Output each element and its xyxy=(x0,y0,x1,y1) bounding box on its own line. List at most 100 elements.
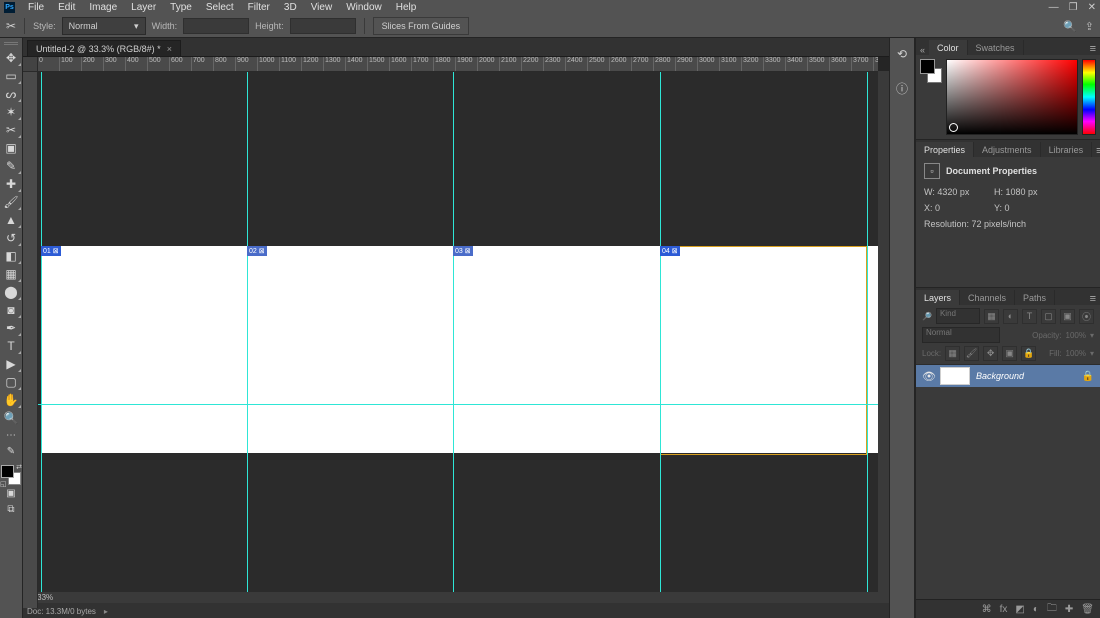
fg-bg-colors[interactable]: ⇄ ◱ xyxy=(1,465,21,485)
hue-slider[interactable] xyxy=(1082,59,1096,135)
menu-window[interactable]: Window xyxy=(339,2,389,13)
blur-tool[interactable]: ⬤ xyxy=(0,283,22,301)
eyedropper-tool[interactable]: ✎ xyxy=(0,157,22,175)
swap-colors-icon[interactable]: ⇄ xyxy=(16,463,22,471)
ruler-origin[interactable] xyxy=(23,57,38,72)
tab-swatches[interactable]: Swatches xyxy=(968,40,1024,55)
menu-layer[interactable]: Layer xyxy=(124,2,163,13)
style-select[interactable]: Normal▾ xyxy=(62,17,146,35)
width-input[interactable] xyxy=(183,18,249,34)
search-icon[interactable]: 🔍 xyxy=(1063,20,1077,33)
horizontal-ruler[interactable]: 0100200300400500600700800900100011001200… xyxy=(37,57,878,72)
guide-vertical[interactable] xyxy=(867,71,868,592)
guide-horizontal[interactable] xyxy=(37,404,878,405)
window-restore-icon[interactable]: ❐ xyxy=(1069,2,1078,13)
healing-tool[interactable]: ✚ xyxy=(0,175,22,193)
visibility-toggle-icon[interactable]: 👁 xyxy=(922,370,934,382)
move-tool[interactable]: ✥ xyxy=(0,49,22,67)
layer-item[interactable]: 👁 Background 🔒 xyxy=(916,365,1100,387)
status-menu-icon[interactable]: ▸ xyxy=(104,607,108,616)
new-layer-icon[interactable]: ✚ xyxy=(1065,604,1073,615)
fill-menu-icon[interactable]: ▾ xyxy=(1090,349,1094,358)
menu-3d[interactable]: 3D xyxy=(277,2,304,13)
hand-tool[interactable]: ✋ xyxy=(0,391,22,409)
tab-layers[interactable]: Layers xyxy=(916,290,960,305)
height-input[interactable] xyxy=(290,18,356,34)
menu-help[interactable]: Help xyxy=(389,2,424,13)
filter-toggle-icon[interactable]: ⦿ xyxy=(1079,309,1094,324)
saturation-lightness-picker[interactable] xyxy=(946,59,1078,135)
prop-width[interactable]: 4320 px xyxy=(937,187,969,197)
menu-image[interactable]: Image xyxy=(82,2,124,13)
filter-shape-icon[interactable]: ▢ xyxy=(1041,309,1056,324)
panel-menu-icon[interactable]: ≡ xyxy=(1086,293,1100,305)
gradient-tool[interactable]: ▦ xyxy=(0,265,22,283)
layer-thumbnail[interactable] xyxy=(940,367,970,385)
slice-badge[interactable]: 04⊠ xyxy=(660,246,680,256)
filter-search-icon[interactable]: 🔎 xyxy=(922,312,932,321)
screen-mode-button[interactable]: ⧉ xyxy=(0,501,22,517)
layer-fx-icon[interactable]: fx xyxy=(1000,604,1008,615)
panel-menu-icon[interactable]: ≡ xyxy=(1086,43,1100,55)
slices-from-guides-button[interactable]: Slices From Guides xyxy=(373,17,470,35)
menu-select[interactable]: Select xyxy=(199,2,241,13)
link-layers-icon[interactable]: ⌘ xyxy=(982,604,992,615)
filter-pixel-icon[interactable]: ▦ xyxy=(984,309,999,324)
prop-x[interactable]: 0 xyxy=(935,203,940,213)
vertical-ruler[interactable] xyxy=(23,71,38,608)
filter-adjust-icon[interactable]: ◐ xyxy=(1003,309,1018,324)
opacity-value[interactable]: 100% xyxy=(1066,331,1086,340)
slice-badge[interactable]: 02⊠ xyxy=(247,246,267,256)
eraser-tool[interactable]: ◧ xyxy=(0,247,22,265)
slice-badge[interactable]: 03⊠ xyxy=(453,246,473,256)
path-select-tool[interactable]: ▶ xyxy=(0,355,22,373)
delete-layer-icon[interactable]: 🗑 xyxy=(1081,604,1094,615)
tab-paths[interactable]: Paths xyxy=(1015,290,1055,305)
canvas-viewport[interactable]: 01⊠ 02⊠ 03⊠ 04⊠ xyxy=(37,71,878,592)
info-panel-icon[interactable]: ⓘ xyxy=(892,78,912,98)
layer-name[interactable]: Background xyxy=(976,371,1076,381)
history-brush-tool[interactable]: ↺ xyxy=(0,229,22,247)
menu-file[interactable]: File xyxy=(21,2,51,13)
menu-type[interactable]: Type xyxy=(163,2,199,13)
color-fg-bg[interactable] xyxy=(920,59,942,83)
edit-toolbar-button[interactable]: ✎ xyxy=(0,443,22,459)
menu-filter[interactable]: Filter xyxy=(241,2,277,13)
zoom-tool[interactable]: 🔍 xyxy=(0,409,22,427)
brush-tool[interactable]: 🖌 xyxy=(0,193,22,211)
panel-grip-icon[interactable] xyxy=(4,42,18,45)
lock-pixels-icon[interactable]: 🖌 xyxy=(964,346,979,361)
quick-mask-button[interactable]: ▣ xyxy=(0,485,22,501)
filter-smart-icon[interactable]: ▣ xyxy=(1060,309,1075,324)
tab-properties[interactable]: Properties xyxy=(916,142,974,157)
pen-tool[interactable]: ✒ xyxy=(0,319,22,337)
dodge-tool[interactable]: ◙ xyxy=(0,301,22,319)
adjustment-layer-icon[interactable]: ◐ xyxy=(1033,604,1039,615)
tab-libraries[interactable]: Libraries xyxy=(1041,142,1093,157)
frame-tool[interactable]: ▣ xyxy=(0,139,22,157)
panel-menu-icon[interactable]: ≡ xyxy=(1092,145,1100,157)
vertical-scrollbar[interactable] xyxy=(878,71,889,592)
guide-vertical[interactable] xyxy=(41,71,42,592)
tab-color[interactable]: Color xyxy=(929,40,968,55)
layer-group-icon[interactable]: 🗀 xyxy=(1047,601,1057,618)
lock-position-icon[interactable]: ✥ xyxy=(983,346,998,361)
close-tab-icon[interactable]: × xyxy=(167,44,172,54)
history-panel-icon[interactable]: ⟲ xyxy=(892,44,912,64)
slice-badge[interactable]: 01⊠ xyxy=(41,246,61,256)
window-minimize-icon[interactable]: — xyxy=(1049,2,1059,13)
quick-select-tool[interactable]: ✶ xyxy=(0,103,22,121)
prop-resolution[interactable]: Resolution: 72 pixels/inch xyxy=(924,219,1092,229)
lock-artboard-icon[interactable]: ▣ xyxy=(1002,346,1017,361)
document-tab[interactable]: Untitled-2 @ 33.3% (RGB/8#) * × xyxy=(27,40,181,56)
guide-vertical[interactable] xyxy=(660,71,661,592)
lock-transparency-icon[interactable]: ▦ xyxy=(945,346,960,361)
prop-height[interactable]: 1080 px xyxy=(1006,187,1038,197)
layer-filter-select[interactable]: Kind xyxy=(936,308,980,324)
type-tool[interactable]: T xyxy=(0,337,22,355)
guide-vertical[interactable] xyxy=(247,71,248,592)
menu-edit[interactable]: Edit xyxy=(51,2,82,13)
blend-mode-select[interactable]: Normal xyxy=(922,327,1000,343)
menu-view[interactable]: View xyxy=(304,2,340,13)
window-close-icon[interactable]: ✕ xyxy=(1088,2,1096,13)
